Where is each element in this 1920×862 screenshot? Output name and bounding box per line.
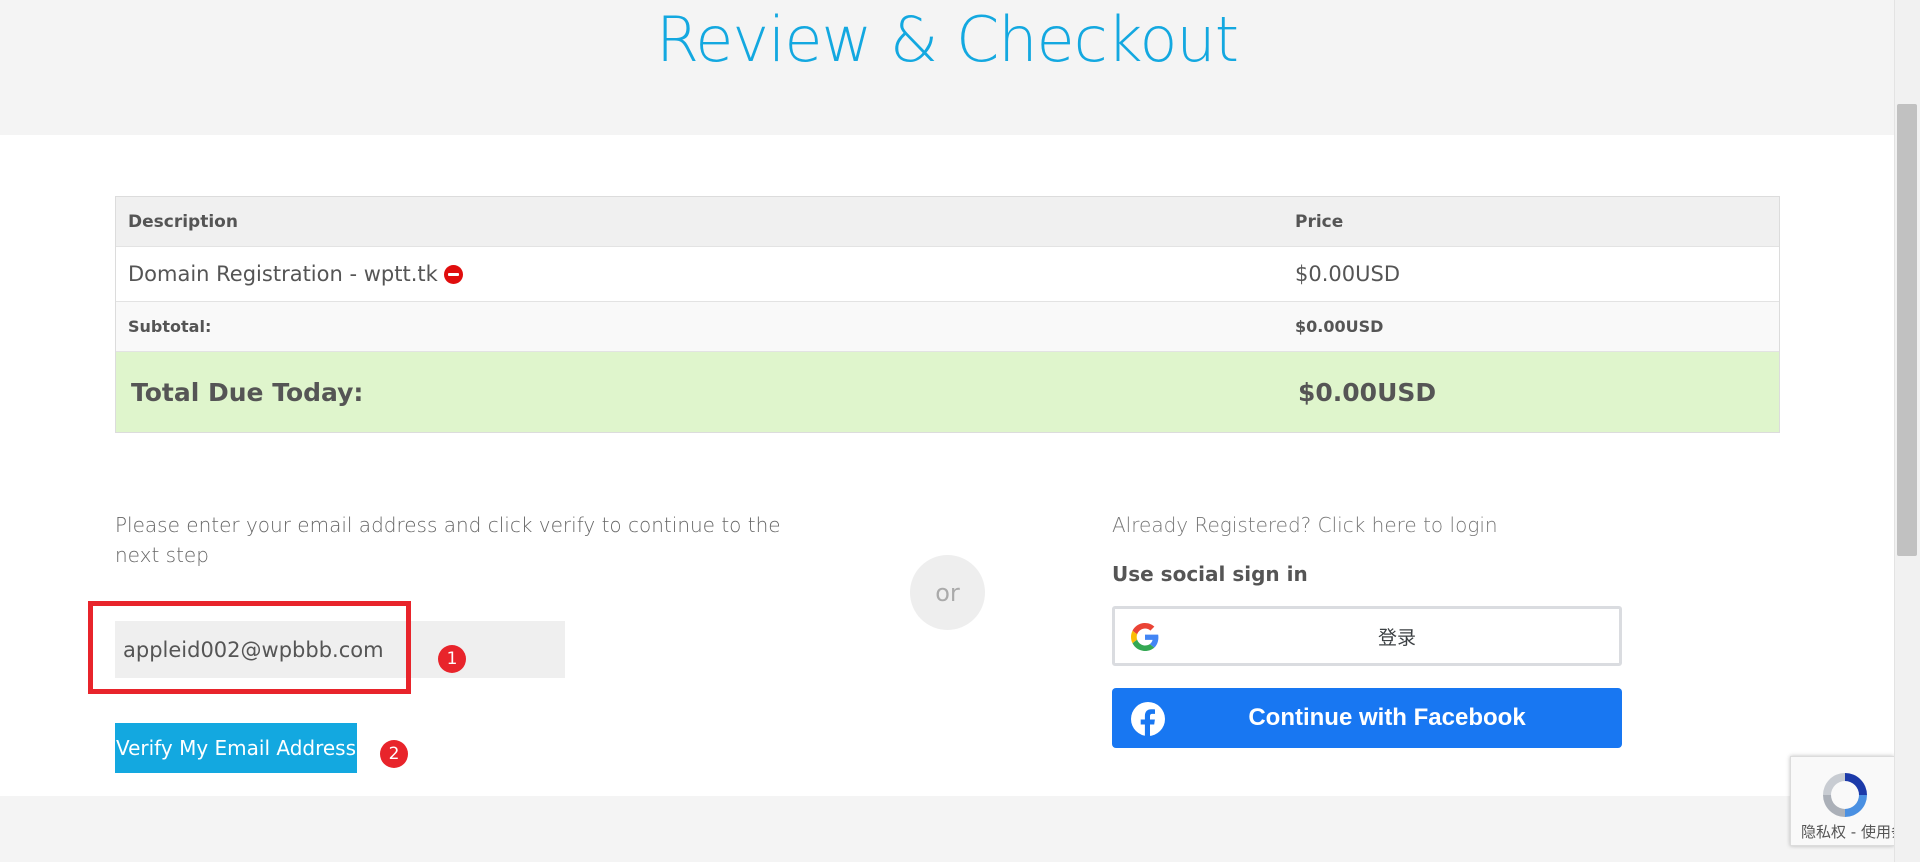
email-instruction: Please enter your email address and clic… xyxy=(115,513,781,567)
total-row: Total Due Today: $0.00USD xyxy=(116,352,1779,432)
scrollbar-thumb[interactable] xyxy=(1897,104,1917,556)
table-header-row: Description Price xyxy=(116,197,1779,247)
order-summary-table: Description Price Domain Registration - … xyxy=(115,196,1780,433)
page-footer xyxy=(0,796,1894,862)
header-description: Description xyxy=(128,211,238,232)
page-header: Review & Checkout xyxy=(0,0,1894,135)
subtotal-row: Subtotal: $0.00USD xyxy=(116,302,1779,352)
step-badge-2: 2 xyxy=(380,740,408,768)
total-label: Total Due Today: xyxy=(131,377,364,407)
item-price: $0.00USD xyxy=(1295,262,1400,286)
total-value: $0.00USD xyxy=(1298,377,1437,407)
verify-email-button[interactable]: Verify My Email Address xyxy=(115,723,357,773)
google-logo-icon xyxy=(1131,623,1159,651)
annotation-highlight-box xyxy=(88,601,411,694)
item-description-cell: Domain Registration - wptt.tk xyxy=(116,247,1283,301)
item-description: Domain Registration - wptt.tk xyxy=(128,262,438,286)
facebook-button-label: Continue with Facebook xyxy=(1248,704,1526,731)
social-sign-in-heading: Use social sign in xyxy=(1112,562,1308,586)
facebook-sign-in-button[interactable]: Continue with Facebook xyxy=(1112,688,1622,748)
google-button-label: 登录 xyxy=(1377,626,1416,649)
table-row: Domain Registration - wptt.tk $0.00USD xyxy=(116,247,1779,302)
recaptcha-badge[interactable]: 隐私权 - 使用条款 xyxy=(1790,756,1920,846)
google-sign-in-button[interactable]: 登录 xyxy=(1112,606,1622,666)
step-badge-1: 1 xyxy=(438,645,466,673)
subtotal-value: $0.00USD xyxy=(1295,317,1384,336)
remove-icon[interactable] xyxy=(443,264,463,284)
recaptcha-logo-icon xyxy=(1823,773,1867,817)
or-divider: or xyxy=(910,555,985,630)
header-price: Price xyxy=(1295,211,1344,232)
facebook-logo-icon xyxy=(1131,702,1165,737)
subtotal-label: Subtotal: xyxy=(128,317,212,336)
page-title: Review & Checkout xyxy=(655,3,1239,76)
login-link[interactable]: Already Registered? Click here to login xyxy=(1112,510,1498,540)
